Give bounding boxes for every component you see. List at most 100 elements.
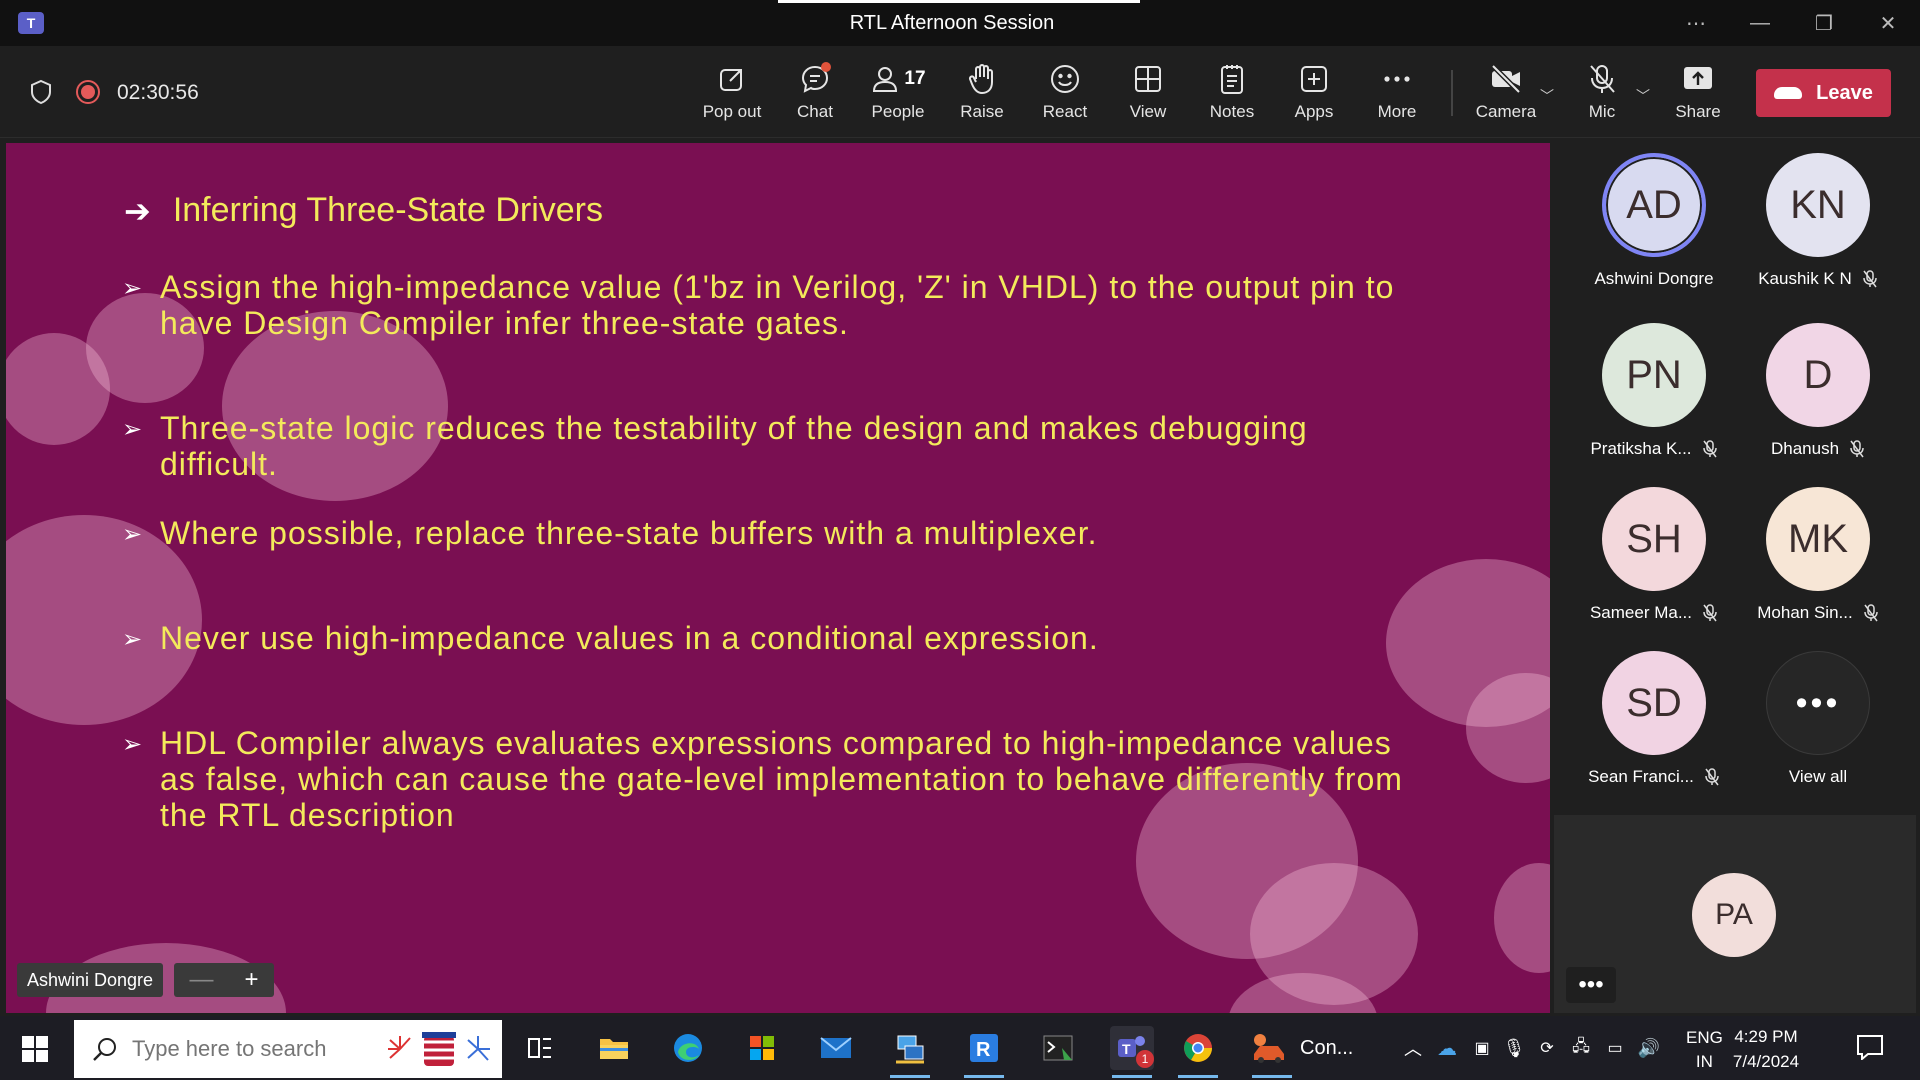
- raise-hand-button[interactable]: Raise: [942, 60, 1022, 130]
- security-icon[interactable]: ⟳: [1530, 1038, 1564, 1058]
- leave-button[interactable]: Leave: [1756, 69, 1891, 117]
- running-app-button[interactable]: Con...: [1250, 1026, 1374, 1078]
- slide-decoration: [1494, 863, 1550, 973]
- notes-button[interactable]: Notes: [1192, 60, 1272, 130]
- window-title: RTL Afternoon Session: [849, 12, 1055, 34]
- microsoft-store-icon[interactable]: [740, 1026, 784, 1070]
- search-highlight-icon: [388, 1032, 490, 1066]
- zoom-in-button[interactable]: +: [244, 966, 258, 994]
- react-button[interactable]: React: [1025, 60, 1105, 130]
- clock-date: 7/4/2024: [1732, 1052, 1800, 1071]
- search-icon: [93, 1038, 116, 1061]
- meet-now-icon[interactable]: ▣: [1466, 1038, 1498, 1058]
- more-button[interactable]: More: [1357, 60, 1437, 130]
- remote-app-icon[interactable]: R: [962, 1026, 1006, 1078]
- mic-button[interactable]: Mic: [1562, 60, 1642, 130]
- people-button[interactable]: 17 People: [858, 60, 938, 130]
- file-explorer-icon[interactable]: [592, 1026, 636, 1070]
- react-label: React: [1042, 102, 1088, 121]
- participant-name: Dhanush: [1738, 439, 1898, 459]
- camera-options-chevron-icon[interactable]: ﹀: [1540, 86, 1554, 106]
- terminal-icon[interactable]: [1036, 1026, 1080, 1070]
- self-view-more-button[interactable]: •••: [1566, 967, 1616, 1003]
- shared-screen: ➔ Inferring Three-State Drivers ➢ Assign…: [6, 143, 1550, 1013]
- bullet-line: difficult.: [160, 446, 278, 482]
- participant-name-text: Sameer Ma...: [1589, 603, 1693, 622]
- zoom-out-button[interactable]: —: [189, 966, 213, 994]
- camera-button[interactable]: Camera: [1466, 60, 1546, 130]
- avatar: MK: [1766, 487, 1870, 591]
- self-view: PA •••: [1554, 815, 1916, 1013]
- chrome-icon[interactable]: [1176, 1026, 1220, 1078]
- taskbar-search[interactable]: [74, 1020, 502, 1078]
- bullet-arrow-icon: ➢: [122, 521, 144, 548]
- participant-tile[interactable]: D Dhanush: [1738, 323, 1898, 483]
- participant-name-text: Mohan Sin...: [1757, 603, 1853, 622]
- share-label: Share: [1675, 102, 1721, 121]
- participant-tile[interactable]: SH Sameer Ma...: [1574, 487, 1734, 647]
- participant-tile[interactable]: MK Mohan Sin...: [1738, 487, 1898, 647]
- onedrive-icon[interactable]: ☁: [1428, 1036, 1466, 1061]
- meeting-toolbar: 02:30:56 Pop out Chat 17 People Raise Re…: [0, 46, 1920, 138]
- mic-off-icon: [1587, 60, 1617, 98]
- participant-gallery: AD Ashwini Dongre KN Kaushik K N PN Prat…: [1552, 143, 1920, 816]
- show-hidden-icons-chevron-icon[interactable]: ︿: [1398, 1035, 1428, 1061]
- participant-tile[interactable]: SD Sean Franci...: [1574, 651, 1734, 811]
- bullet-arrow-icon: ➢: [122, 416, 144, 443]
- participant-tile[interactable]: AD Ashwini Dongre: [1574, 153, 1734, 313]
- edge-browser-icon[interactable]: [666, 1026, 710, 1070]
- network-icon[interactable]: 🖧: [1564, 1035, 1598, 1062]
- teams-taskbar-icon[interactable]: T 1: [1110, 1026, 1154, 1078]
- presenter-name-tag: Ashwini Dongre: [17, 963, 164, 997]
- bullet-arrow-icon: ➢: [122, 275, 144, 302]
- chat-button[interactable]: Chat: [775, 60, 855, 130]
- view-button[interactable]: View: [1108, 60, 1188, 130]
- battery-icon[interactable]: ▭: [1598, 1038, 1632, 1058]
- hang-up-icon: [1774, 87, 1803, 99]
- mic-off-icon: [1863, 604, 1878, 622]
- participant-name-text: Pratiksha K...: [1590, 439, 1692, 458]
- notifications-icon[interactable]: [1856, 1034, 1884, 1060]
- slide-decoration: [6, 333, 110, 445]
- task-view-icon[interactable]: [518, 1026, 562, 1070]
- share-button[interactable]: Share: [1658, 60, 1738, 130]
- slide-bullet: ➢ Where possible, replace three-state bu…: [122, 515, 1502, 551]
- search-input[interactable]: [132, 1036, 382, 1062]
- teams-notification-badge: 1: [1136, 1050, 1154, 1068]
- bullet-line: Never use high-impedance values in a con…: [160, 620, 1099, 656]
- close-icon[interactable]: ✕: [1856, 0, 1920, 46]
- arrow-icon: ➔: [124, 192, 151, 229]
- participant-tile[interactable]: PN Pratiksha K...: [1574, 323, 1734, 483]
- leave-label: Leave: [1816, 81, 1873, 104]
- bullet-line: the RTL description: [160, 797, 455, 833]
- more-icon: [1382, 60, 1412, 98]
- camera-label: Camera: [1475, 102, 1537, 121]
- minimize-icon[interactable]: —: [1728, 0, 1792, 46]
- window-more-icon[interactable]: ⋯: [1664, 0, 1728, 46]
- view-all-button[interactable]: ••• View all: [1738, 651, 1898, 811]
- apps-button[interactable]: Apps: [1274, 60, 1354, 130]
- remote-desktop-icon[interactable]: [888, 1026, 932, 1078]
- participant-name-text: Kaushik K N: [1758, 269, 1852, 288]
- notes-label: Notes: [1209, 102, 1255, 121]
- participant-tile[interactable]: KN Kaushik K N: [1738, 153, 1898, 313]
- car-icon: [1254, 1034, 1284, 1063]
- pop-out-button[interactable]: Pop out: [692, 60, 772, 130]
- bullet-line: Three-state logic reduces the testabilit…: [160, 410, 1308, 446]
- bullet-line: have Design Compiler infer three-state g…: [160, 305, 849, 341]
- svg-text:T: T: [1122, 1041, 1131, 1057]
- more-participants-icon: •••: [1766, 651, 1870, 755]
- bullet-arrow-icon: ➢: [122, 626, 144, 653]
- mail-icon[interactable]: [814, 1026, 858, 1070]
- participant-name: Mohan Sin...: [1738, 603, 1898, 623]
- restore-icon[interactable]: ❐: [1792, 0, 1856, 46]
- chat-unread-dot: [821, 62, 831, 72]
- mic-options-chevron-icon[interactable]: ﹀: [1636, 86, 1650, 106]
- windows-start-icon[interactable]: [22, 1036, 48, 1062]
- avatar: SD: [1602, 651, 1706, 755]
- taskbar-clock[interactable]: 4:29 PM 7/4/2024: [1716, 1024, 1816, 1074]
- svg-text:R: R: [976, 1039, 991, 1061]
- recording-icon: [76, 80, 100, 104]
- microphone-icon[interactable]: 🎙: [1498, 1038, 1530, 1059]
- volume-icon[interactable]: 🔊: [1632, 1038, 1666, 1059]
